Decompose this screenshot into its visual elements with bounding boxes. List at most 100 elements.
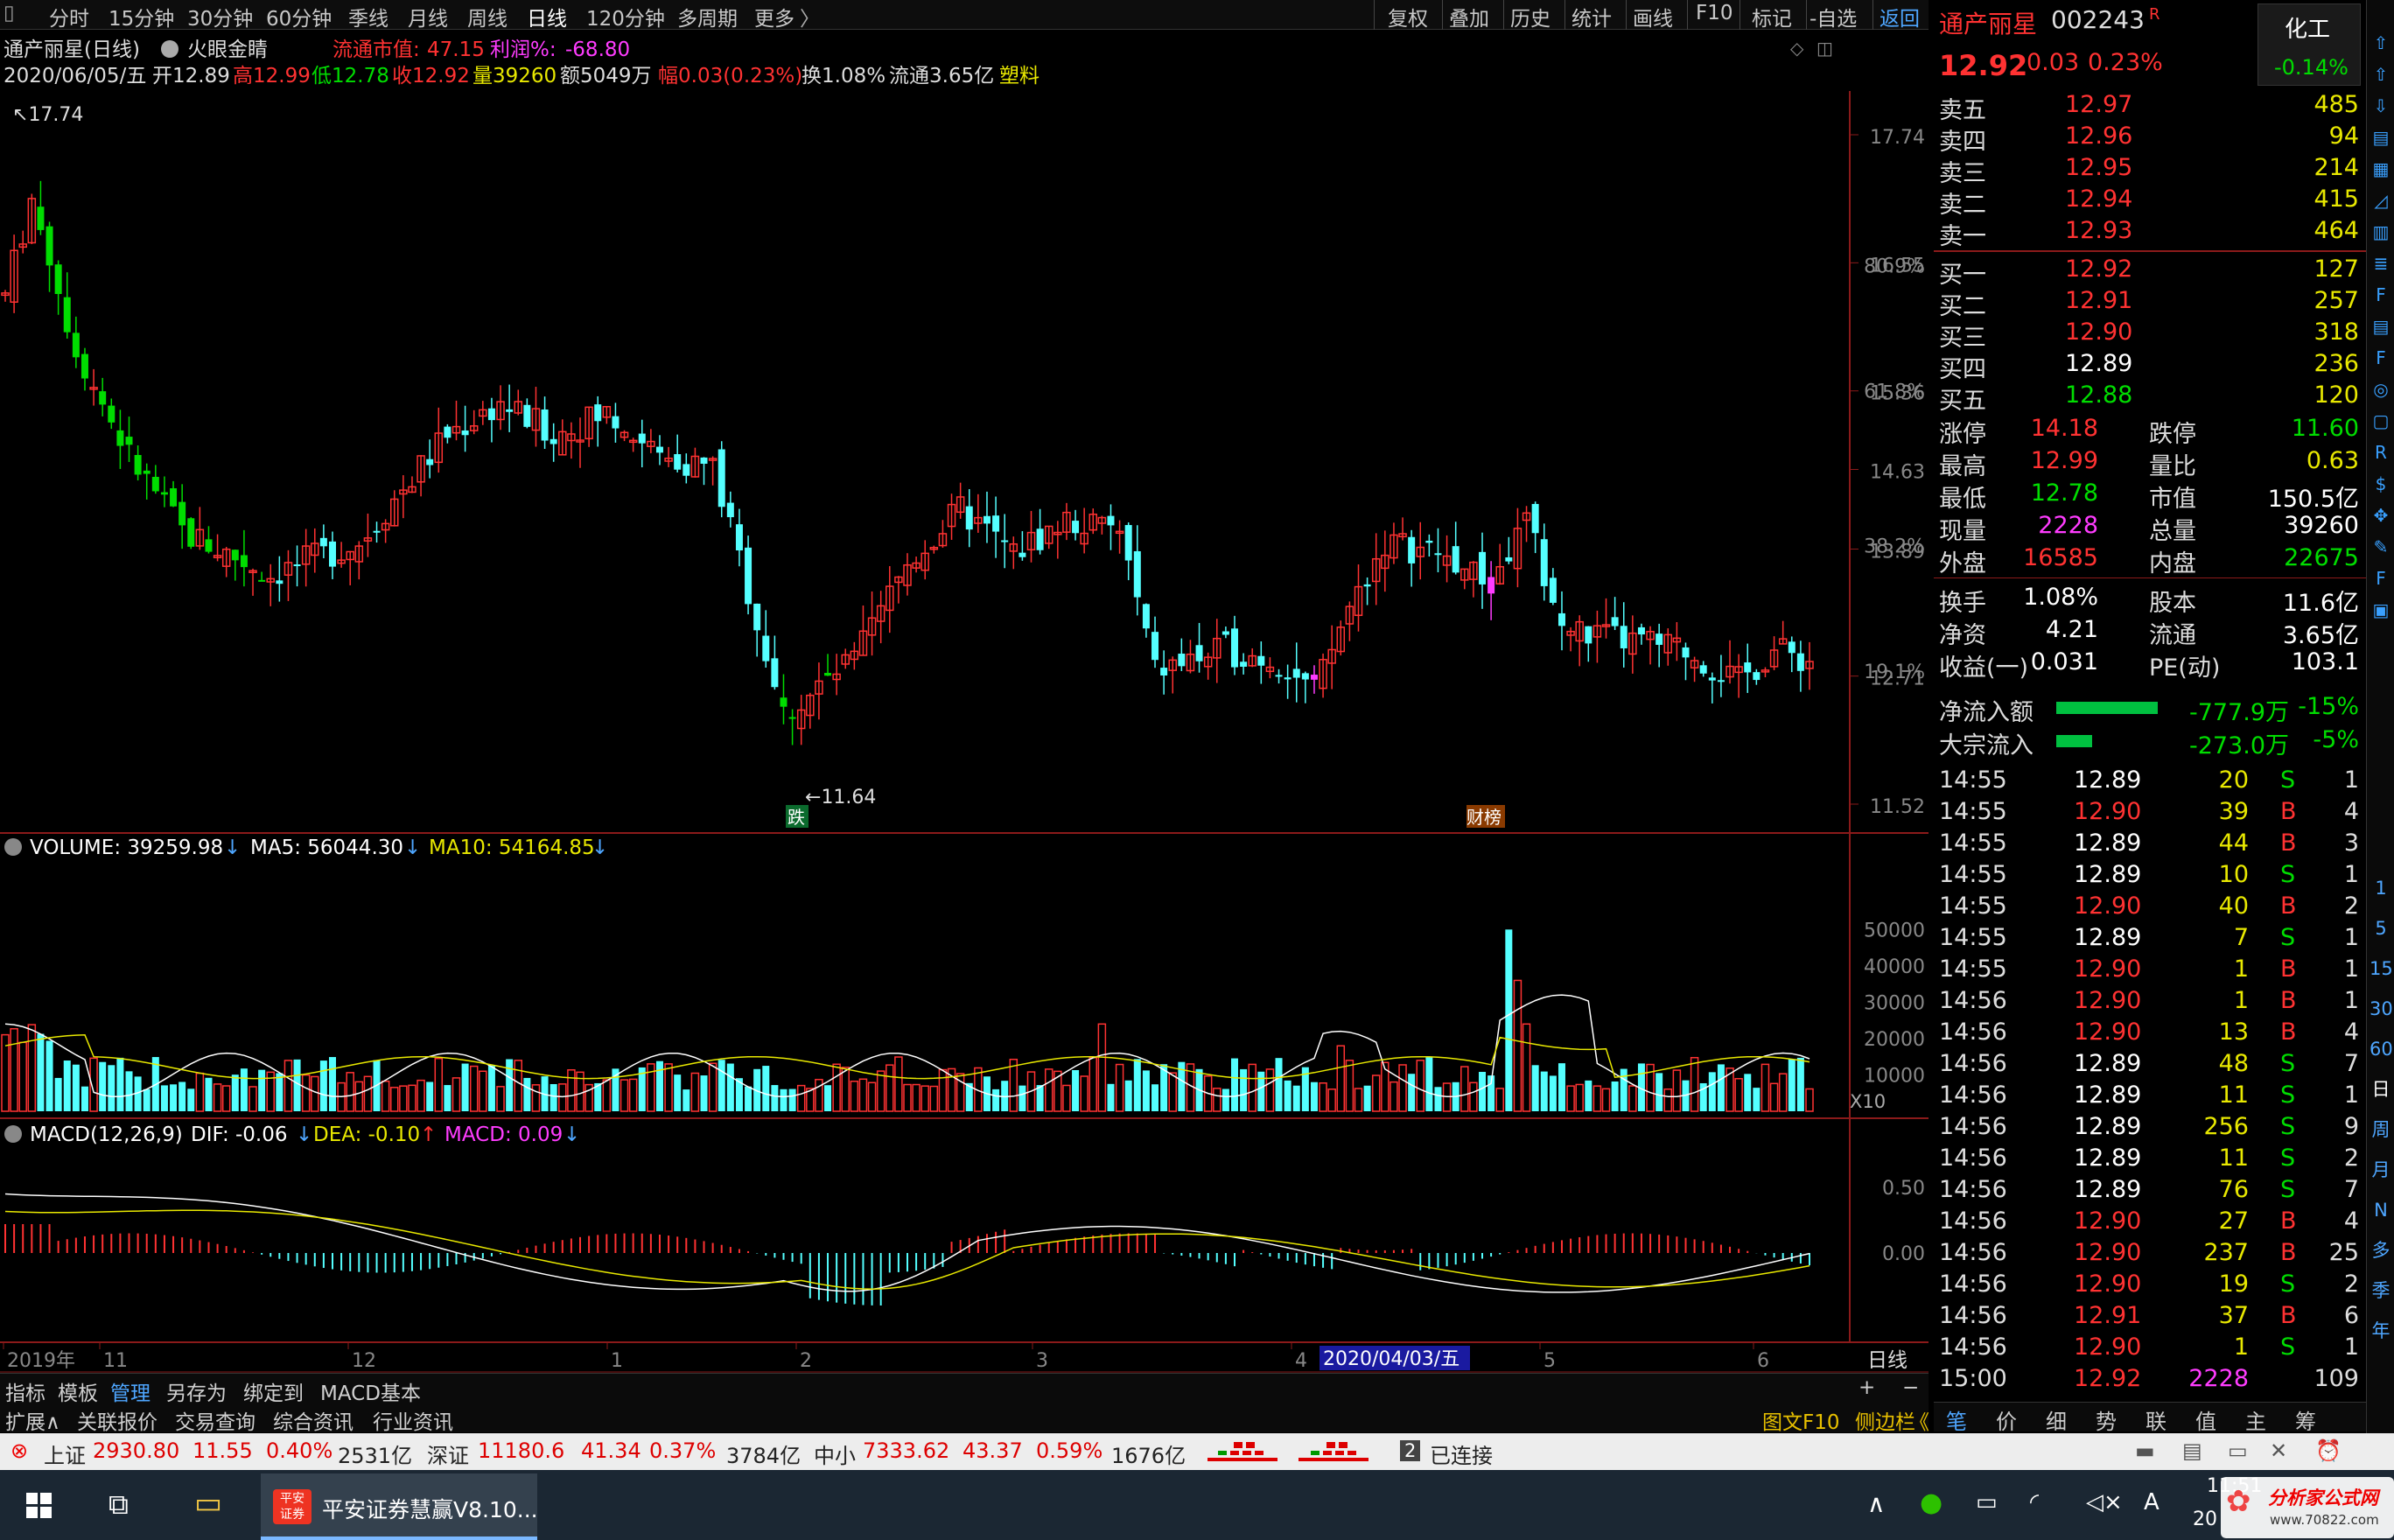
tray-chevron-icon[interactable]: ∧ — [1867, 1489, 1886, 1518]
up-icon[interactable]: ⇧ — [2370, 32, 2392, 54]
period-shortcut[interactable]: N — [2370, 1199, 2392, 1222]
file-explorer-icon[interactable]: ▭ — [194, 1486, 222, 1521]
period-shortcut[interactable]: 年 — [2370, 1320, 2392, 1342]
period-shortcut[interactable]: 月 — [2370, 1158, 2392, 1181]
period-shortcut[interactable]: 60 — [2370, 1038, 2393, 1060]
tab-template[interactable]: 模板 — [58, 1376, 98, 1406]
alert-icon[interactable]: ⊗ — [10, 1438, 28, 1463]
grid-icon[interactable]: ▦ — [2370, 158, 2392, 180]
up-icon[interactable]: ⇧ — [2370, 63, 2392, 86]
bid-row[interactable]: 买四 12.89 236 — [1934, 350, 2366, 383]
btn-back[interactable]: 返回 — [1880, 2, 1920, 32]
tab-save-as[interactable]: 另存为 — [166, 1376, 227, 1406]
collapse-button[interactable]: 《 — [1909, 1405, 1929, 1435]
btn-overlay[interactable]: 叠加 — [1449, 2, 1489, 32]
f5-icon[interactable]: F — [2370, 567, 2392, 590]
quote-tab[interactable]: 联 — [2146, 1404, 2166, 1435]
money-icon[interactable]: $ — [2370, 472, 2392, 495]
tab-intraday[interactable]: 分时 — [49, 2, 89, 32]
circle-icon[interactable]: ◎ — [2370, 378, 2392, 401]
tab-month[interactable]: 月线 — [408, 2, 448, 32]
more-chevron-icon[interactable]: 〉 — [800, 2, 820, 32]
period-shortcut[interactable]: 多 — [2370, 1239, 2392, 1262]
tab-general-info[interactable]: 综合资讯 — [273, 1405, 354, 1435]
tab-week[interactable]: 周线 — [467, 2, 508, 32]
quote-tab[interactable]: 势 — [2096, 1404, 2117, 1435]
tab-trade-query[interactable]: 交易查询 — [175, 1405, 256, 1435]
chart-icon[interactable]: ◿ — [2370, 189, 2392, 212]
layout-icon[interactable]: ▯ — [4, 2, 15, 24]
tab-more[interactable]: 更多 — [754, 2, 794, 32]
tab-60min[interactable]: 60分钟 — [266, 2, 332, 32]
quote-tab[interactable]: 筹 — [2295, 1404, 2316, 1435]
zoom-out-button[interactable]: − — [1902, 1376, 1919, 1399]
period-shortcut[interactable]: 15 — [2370, 957, 2393, 980]
tab-15min[interactable]: 15分钟 — [108, 2, 174, 32]
period-shortcut[interactable]: 季 — [2370, 1279, 2392, 1302]
kline-icon[interactable]: ▥ — [2370, 220, 2392, 243]
wifi-icon[interactable]: ◜ — [2030, 1489, 2039, 1516]
ask-row[interactable]: 卖四 12.96 94 — [1934, 122, 2366, 156]
zoom-in-button[interactable]: + — [1858, 1376, 1875, 1399]
quote-tab[interactable]: 笔 — [1946, 1404, 1967, 1435]
quote-tab[interactable]: 值 — [2195, 1404, 2216, 1435]
bid-row[interactable]: 买二 12.91 257 — [1934, 287, 2366, 320]
tab-indicator[interactable]: 指标 — [5, 1376, 46, 1406]
tab-120min[interactable]: 120分钟 — [586, 2, 665, 32]
period-shortcut[interactable]: 5 — [2370, 917, 2392, 940]
taskbar-app-pingan[interactable]: 平安 证券 平安证券慧赢V8.10... — [261, 1474, 538, 1540]
doc2-icon[interactable]: ▤ — [2370, 315, 2392, 338]
windows-start-icon[interactable] — [26, 1493, 52, 1519]
tab-manage[interactable]: 管理 — [110, 1376, 150, 1406]
square-icon[interactable]: ▢ — [2370, 410, 2392, 432]
quote-tab[interactable]: 主 — [2245, 1404, 2266, 1435]
btn-add-watchlist[interactable]: -自选 — [1810, 2, 1857, 32]
tab-related-quote[interactable]: 关联报价 — [77, 1405, 158, 1435]
f10-icon[interactable]: F — [2370, 284, 2392, 306]
tab-30min[interactable]: 30分钟 — [187, 2, 253, 32]
tab-day[interactable]: 日线 — [527, 2, 567, 32]
tab-bind-to[interactable]: 绑定到 — [243, 1376, 304, 1406]
tool-name[interactable]: 火眼金睛 — [187, 38, 268, 61]
tab-multi-period[interactable]: 多周期 — [677, 2, 738, 32]
window-icon[interactable]: ◫ — [1816, 38, 1833, 59]
period-shortcut[interactable]: 日 — [2370, 1078, 2392, 1101]
btn-draw-line[interactable]: 画线 — [1633, 2, 1673, 32]
monitor-icon[interactable]: ▭ — [2228, 1438, 2248, 1463]
bid-row[interactable]: 买一 12.92 127 — [1934, 256, 2366, 289]
mute-icon[interactable]: ✕ — [2270, 1438, 2287, 1463]
keyboard-icon[interactable]: ▬ — [2135, 1438, 2155, 1463]
alarm-icon[interactable]: ⏰ — [2315, 1438, 2342, 1463]
wechat-icon[interactable]: ● — [1920, 1488, 1942, 1518]
eye-icon[interactable] — [161, 40, 178, 58]
btn-statistics[interactable]: 统计 — [1572, 2, 1612, 32]
ask-row[interactable]: 卖二 12.94 415 — [1934, 186, 2366, 219]
ask-row[interactable]: 卖五 12.97 485 — [1934, 91, 2366, 124]
down-icon[interactable]: ⇩ — [2370, 94, 2392, 117]
photo-icon[interactable]: ▣ — [2370, 598, 2392, 621]
volume-toggle-icon[interactable] — [4, 838, 22, 856]
pen-icon[interactable]: ✎ — [2370, 536, 2392, 558]
printer-icon[interactable]: ▤ — [2182, 1438, 2202, 1463]
quote-tab[interactable]: 细 — [2046, 1404, 2067, 1435]
list-icon[interactable]: ≣ — [2370, 252, 2392, 275]
macd-toggle-icon[interactable] — [4, 1125, 22, 1143]
volume-mute-icon[interactable]: ◁× — [2086, 1489, 2123, 1516]
diamond-icon[interactable]: ◇ — [1790, 38, 1804, 59]
tab-macd-basic[interactable]: MACD基本 — [320, 1376, 421, 1406]
f10-text-button[interactable]: 图文F10 — [1762, 1405, 1840, 1435]
period-shortcut[interactable]: 1 — [2370, 877, 2392, 900]
f2-icon[interactable]: F — [2370, 346, 2392, 369]
quote-tab[interactable]: 价 — [1996, 1404, 2017, 1435]
doc-icon[interactable]: ▤ — [2370, 126, 2392, 149]
bid-row[interactable]: 买三 12.90 318 — [1934, 318, 2366, 352]
rsi-icon[interactable]: R — [2370, 441, 2392, 464]
ime-icon[interactable]: A — [2144, 1489, 2160, 1516]
btn-restore-rights[interactable]: 复权 — [1388, 2, 1428, 32]
tab-expand[interactable]: 扩展∧ — [5, 1405, 60, 1435]
chart-area[interactable]: 通产丽星(日线) 火眼金睛 流通市值: 47.15 利润%: -68.80 ◇ … — [0, 30, 1928, 1386]
move-icon[interactable]: ✥ — [2370, 504, 2392, 527]
ask-row[interactable]: 卖一 12.93 464 — [1934, 217, 2366, 250]
btn-f10[interactable]: F10 — [1696, 2, 1733, 24]
bid-row[interactable]: 买五 12.88 120 — [1934, 382, 2366, 415]
